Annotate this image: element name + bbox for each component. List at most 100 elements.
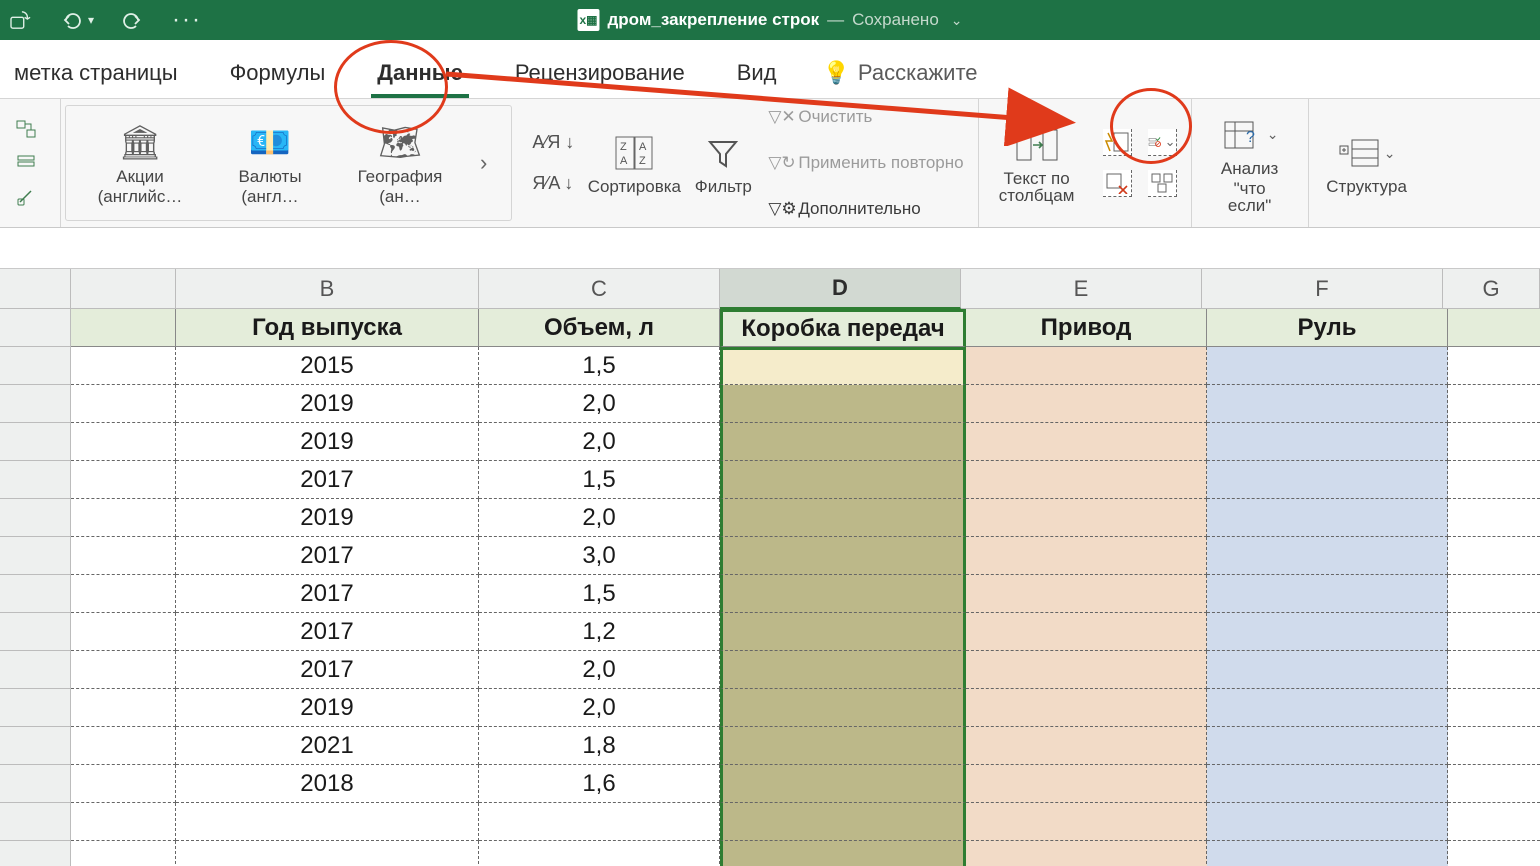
tab-data[interactable]: Данные (371, 60, 469, 98)
row-header[interactable] (0, 347, 71, 385)
cell-year[interactable]: 2017 (176, 613, 479, 651)
row-header[interactable] (0, 499, 71, 537)
cell[interactable] (966, 841, 1207, 866)
cell[interactable] (71, 841, 176, 866)
formula-bar-area[interactable] (0, 228, 1540, 269)
cell[interactable] (71, 575, 176, 613)
row-header[interactable] (0, 575, 71, 613)
document-title-area[interactable]: x▦ дром_закрепление строк — Сохранено ⌄ (577, 9, 962, 31)
cell-transmission[interactable] (720, 689, 966, 727)
cell[interactable] (1448, 461, 1540, 499)
flash-fill-icon[interactable] (1103, 129, 1132, 156)
column-header-c[interactable]: C (479, 269, 720, 309)
row-header[interactable] (0, 727, 71, 765)
tab-view[interactable]: Вид (731, 60, 783, 98)
row-header[interactable] (0, 309, 71, 347)
cell-volume[interactable]: 1,6 (479, 765, 720, 803)
row-header[interactable] (0, 803, 71, 841)
row-header[interactable] (0, 651, 71, 689)
cell-year[interactable]: 2017 (176, 461, 479, 499)
cell-steering[interactable] (1207, 461, 1448, 499)
cell[interactable] (71, 689, 176, 727)
queries-connections-icon[interactable] (14, 117, 38, 141)
cell-drive[interactable] (966, 613, 1207, 651)
cell[interactable] (1448, 803, 1540, 841)
cell[interactable] (1448, 347, 1540, 385)
cell[interactable] (479, 841, 720, 866)
edit-links-icon[interactable] (14, 185, 38, 209)
cell-header-drive[interactable]: Привод (966, 309, 1207, 347)
cell[interactable] (1448, 537, 1540, 575)
cell-transmission[interactable] (720, 423, 966, 461)
cell-year[interactable]: 2017 (176, 651, 479, 689)
autosave-icon[interactable] (10, 10, 32, 30)
column-header-f[interactable]: F (1202, 269, 1443, 309)
cell-volume[interactable]: 2,0 (479, 499, 720, 537)
cell[interactable] (479, 803, 720, 841)
cell-volume[interactable]: 1,5 (479, 461, 720, 499)
data-types-more[interactable]: › (470, 150, 497, 176)
cell-volume[interactable]: 1,5 (479, 575, 720, 613)
cell-steering[interactable] (1207, 537, 1448, 575)
cell-drive[interactable] (966, 765, 1207, 803)
tab-formulas[interactable]: Формулы (224, 60, 332, 98)
cell-volume[interactable]: 2,0 (479, 423, 720, 461)
cell[interactable] (1448, 841, 1540, 866)
cell-drive[interactable] (966, 575, 1207, 613)
cell-transmission[interactable] (720, 461, 966, 499)
cell[interactable] (1448, 423, 1540, 461)
cell-steering[interactable] (1207, 499, 1448, 537)
cell[interactable] (71, 765, 176, 803)
cell-year[interactable]: 2019 (176, 499, 479, 537)
cell[interactable] (71, 613, 176, 651)
cell-steering[interactable] (1207, 385, 1448, 423)
sort-asc-icon[interactable]: A⁄Я ↓ (532, 132, 574, 153)
cell-transmission[interactable] (720, 727, 966, 765)
text-to-columns-button[interactable]: Текст по столбцам (993, 121, 1081, 206)
cell-drive[interactable] (966, 727, 1207, 765)
what-if-button[interactable]: ? ⌄ Анализ "что если" (1206, 111, 1294, 216)
cell-year[interactable]: 2021 (176, 727, 479, 765)
row-header[interactable] (0, 537, 71, 575)
cell[interactable] (71, 347, 176, 385)
row-header[interactable] (0, 385, 71, 423)
cell-drive[interactable] (966, 423, 1207, 461)
cell-volume[interactable]: 3,0 (479, 537, 720, 575)
cell-volume[interactable]: 2,0 (479, 651, 720, 689)
row-header[interactable] (0, 613, 71, 651)
cell[interactable] (1207, 841, 1448, 866)
structure-button[interactable]: ⌄ Структура (1323, 129, 1411, 197)
column-header-g[interactable]: G (1443, 269, 1540, 309)
tell-me[interactable]: 💡 Расскажите (823, 60, 978, 98)
cell-volume[interactable]: 2,0 (479, 385, 720, 423)
cell-transmission[interactable] (720, 613, 966, 651)
cell-transmission[interactable] (720, 651, 966, 689)
geography-button[interactable]: 🗺 География (ан… (340, 119, 460, 207)
row-header[interactable] (0, 689, 71, 727)
cell-year[interactable]: 2015 (176, 347, 479, 385)
cell-header-volume[interactable]: Объем, л (479, 309, 720, 347)
select-all-corner[interactable] (0, 269, 71, 309)
cell-transmission[interactable] (720, 347, 966, 385)
cell[interactable] (176, 841, 479, 866)
cell[interactable] (71, 537, 176, 575)
cell[interactable] (720, 841, 966, 866)
cell[interactable] (71, 803, 176, 841)
cell-drive[interactable] (966, 385, 1207, 423)
row-header[interactable] (0, 423, 71, 461)
cell-volume[interactable]: 1,8 (479, 727, 720, 765)
cell[interactable] (1448, 309, 1540, 347)
cell-drive[interactable] (966, 537, 1207, 575)
cell[interactable] (1448, 385, 1540, 423)
sort-button[interactable]: ZAAZ Сортировка (590, 129, 678, 197)
cell-steering[interactable] (1207, 651, 1448, 689)
column-header-b[interactable]: B (176, 269, 479, 309)
cell-year[interactable]: 2017 (176, 575, 479, 613)
cell-steering[interactable] (1207, 727, 1448, 765)
cell-year[interactable]: 2019 (176, 385, 479, 423)
cell[interactable] (720, 803, 966, 841)
column-header-d[interactable]: D (720, 269, 961, 309)
filter-button[interactable]: Фильтр (688, 129, 758, 197)
cell-year[interactable]: 2019 (176, 689, 479, 727)
cell-drive[interactable] (966, 689, 1207, 727)
